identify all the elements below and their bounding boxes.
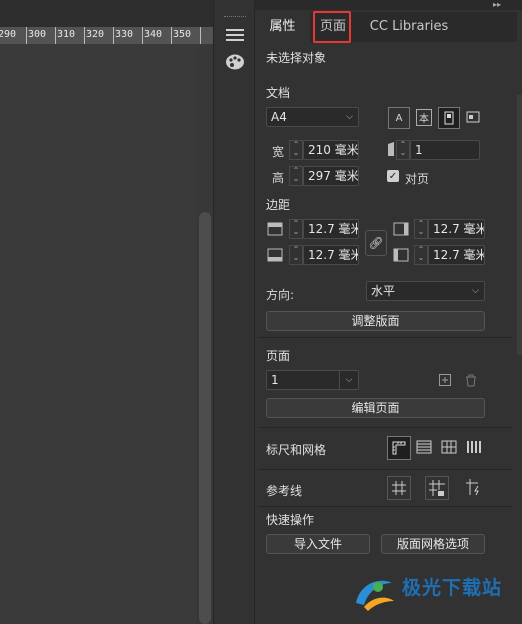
doc-intent-book-icon[interactable]: 本 [414,107,434,127]
chevron-down-icon: ⌵ [472,286,479,296]
pages-title: 页面 [266,349,291,363]
width-stepper[interactable]: ⌃ ⌄ [289,140,303,160]
watermark-text: 极光下载站 [402,577,503,599]
highlight-box [313,11,351,43]
horizontal-ruler: 290 300 310 320 330 340 350 [0,27,213,45]
guides-title: 参考线 [266,484,303,498]
margin-outside-field[interactable]: 12.7 毫米 [428,245,485,265]
watermark-logo: 极光下载站 www.xz7.com [350,565,520,620]
pages-stepper[interactable]: ⌃ ⌄ [396,140,410,160]
document-preset-select[interactable]: A4 ⌵ [266,107,359,127]
current-page-value: 1 [271,373,279,387]
chevron-down-icon: ⌵ [339,371,358,389]
ruler-label: 350 [173,29,192,40]
orientation-label: 方向: [266,288,295,302]
margin-outside-stepper[interactable]: ⌃ ⌄ [414,245,428,265]
margins-title: 边距 [266,198,291,212]
margin-top-field[interactable]: 12.7 毫米 [303,219,359,239]
adjust-layout-button[interactable]: 调整版面 [266,311,485,331]
delete-page-icon[interactable] [464,373,478,387]
section-divider [258,506,512,507]
layout-grid-options-button[interactable]: 版面网格选项 [381,534,485,554]
no-selection-label: 未选择对象 [266,51,327,65]
margin-outside-icon [392,246,410,264]
ruler-label: 340 [144,29,163,40]
height-label: 高 [272,171,285,185]
landscape-orientation-icon[interactable] [463,107,483,127]
tab-properties[interactable]: 属性 [255,12,310,42]
rulers-grids-title: 标尺和网格 [266,443,327,457]
link-margins-icon[interactable]: 🔗︎ [365,230,387,256]
add-page-icon[interactable] [438,373,452,387]
margin-top-stepper[interactable]: ⌃ ⌄ [289,219,303,239]
portrait-orientation-icon[interactable] [438,107,460,129]
ruler-icon[interactable] [387,436,411,460]
palette-icon[interactable] [225,52,245,72]
panel-scrollbar[interactable] [517,95,522,355]
section-divider [258,469,512,470]
facing-pages-label: 对页 [405,172,430,186]
doc-intent-print-icon[interactable]: A [388,107,410,129]
ruler-label: 320 [86,29,105,40]
margin-bottom-stepper[interactable]: ⌃ ⌄ [289,245,303,265]
margin-top-icon [266,220,284,238]
section-divider [258,427,512,428]
preset-value: A4 [271,110,287,124]
height-stepper[interactable]: ⌃ ⌄ [289,166,303,186]
tab-cc-libraries[interactable]: CC Libraries [359,12,459,42]
edit-page-button[interactable]: 编辑页面 [266,398,485,418]
document-title: 文档 [266,86,291,100]
import-file-button[interactable]: 导入文件 [266,534,370,554]
chevron-down-icon: ⌵ [346,112,353,122]
margin-inside-icon [392,220,410,238]
smart-guides-icon[interactable] [463,476,485,498]
margin-inside-stepper[interactable]: ⌃ ⌄ [414,219,428,239]
section-divider [258,337,512,338]
margin-inside-field[interactable]: 12.7 毫米 [428,219,485,239]
panel-dock-strip [213,0,255,624]
layout-grid-icon[interactable] [463,436,485,458]
lock-guides-icon[interactable] [425,476,449,500]
height-field[interactable]: 297 毫米 [303,166,359,186]
facing-pages-checkbox[interactable]: ✓ [387,170,399,182]
width-label: 宽 [272,145,285,159]
document-canvas[interactable] [0,45,213,624]
margin-bottom-icon [266,246,284,264]
ruler-label: 310 [57,29,76,40]
baseline-grid-icon[interactable] [438,436,460,458]
show-guides-icon[interactable] [387,476,411,500]
orientation-value: 水平 [371,284,396,298]
orientation-select[interactable]: 水平 ⌵ [366,281,485,301]
menu-icon[interactable] [225,26,245,44]
watermark-url: www.xz7.com [416,599,506,614]
margin-bottom-field[interactable]: 12.7 毫米 [303,245,359,265]
ruler-label: 290 [0,29,17,40]
pages-count-field[interactable]: 1 [410,140,480,160]
quick-actions-title: 快速操作 [266,513,315,527]
current-page-select[interactable]: 1 ⌵ [266,370,359,390]
vertical-scrollbar-thumb[interactable] [199,212,211,624]
collapse-right-icon[interactable]: ▸▸ [493,0,501,9]
ruler-label: 330 [115,29,134,40]
panel-top-bar: ◂◂ ▸▸ [213,0,522,10]
width-field[interactable]: 210 毫米 [303,140,359,160]
document-grid-icon[interactable] [413,436,435,458]
ruler-label: 300 [28,29,47,40]
panel-tabs: 属性 页面 CC Libraries [255,12,517,42]
